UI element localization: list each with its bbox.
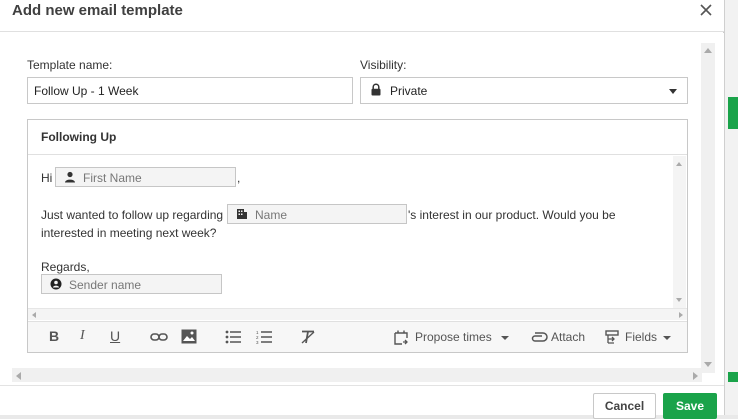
formatting-toolbar: B I U 123 Propose times Attach Fields <box>28 321 687 352</box>
visibility-select[interactable]: Private <box>360 77 688 104</box>
background-divider <box>724 0 725 415</box>
dialog-horizontal-scrollbar[interactable] <box>12 368 702 382</box>
bulleted-list-icon[interactable] <box>225 330 241 348</box>
body-line-2-end: 's interest in our product. Would you be <box>408 208 616 222</box>
editor-scroll-right-icon[interactable] <box>679 312 683 318</box>
first-name-field-label: First Name <box>83 171 142 185</box>
visibility-value: Private <box>390 84 428 98</box>
background-green-accent <box>728 97 738 129</box>
chevron-down-icon <box>669 89 677 94</box>
dialog-vertical-scrollbar[interactable] <box>701 43 715 373</box>
close-icon[interactable] <box>697 1 715 19</box>
bold-button[interactable]: B <box>49 328 59 346</box>
editor-scroll-up-icon[interactable] <box>676 162 682 166</box>
image-icon[interactable] <box>181 329 197 347</box>
body-line-2-start: Just wanted to follow up regarding <box>41 208 224 222</box>
fields-chevron-icon[interactable] <box>663 336 671 340</box>
propose-times-icon[interactable] <box>394 330 408 348</box>
subject-line[interactable]: Following Up <box>28 120 687 155</box>
name-field-label: Name <box>255 208 288 222</box>
email-editor: Following Up Hi First Name , Just wanted… <box>27 119 688 353</box>
propose-times-button[interactable]: Propose times <box>415 330 492 344</box>
email-template-dialog: Add new email template Template name: Fo… <box>0 0 724 419</box>
background-strip <box>724 0 738 415</box>
propose-times-chevron-icon[interactable] <box>501 336 509 340</box>
subject-text: Following Up <box>41 130 117 144</box>
editor-horizontal-scrollbar[interactable] <box>28 308 687 320</box>
body-line-3: interested in meeting next week? <box>41 226 217 240</box>
name-merge-field[interactable]: Name <box>227 204 407 224</box>
dialog-header: Add new email template <box>0 0 724 32</box>
attach-icon[interactable] <box>530 331 548 349</box>
sender-field-label: Sender name <box>69 278 142 292</box>
person-icon <box>64 171 76 186</box>
editor-scroll-down-icon[interactable] <box>676 298 682 302</box>
link-icon[interactable] <box>150 330 168 348</box>
first-name-merge-field[interactable]: First Name <box>55 167 236 187</box>
scroll-left-arrow-icon[interactable] <box>16 372 21 380</box>
dialog-footer: Cancel Save <box>0 385 724 419</box>
scroll-up-arrow-icon[interactable] <box>704 48 712 53</box>
editor-scroll-left-icon[interactable] <box>32 312 36 318</box>
editor-vertical-scrollbar[interactable] <box>673 156 686 308</box>
save-button[interactable]: Save <box>663 393 717 419</box>
regards-text: Regards, <box>41 260 90 274</box>
dialog-title: Add new email template <box>12 2 183 19</box>
fields-icon[interactable] <box>605 330 619 348</box>
scroll-right-arrow-icon[interactable] <box>693 372 698 380</box>
fields-button[interactable]: Fields <box>625 330 657 344</box>
dialog-body: Template name: Follow Up - 1 Week Visibi… <box>0 33 724 385</box>
visibility-label: Visibility: <box>360 58 407 72</box>
greeting-text: Hi <box>41 171 53 185</box>
italic-button[interactable]: I <box>80 328 85 346</box>
scroll-down-arrow-icon[interactable] <box>704 362 712 367</box>
email-body-editor[interactable]: Hi First Name , Just wanted to follow up… <box>28 156 687 308</box>
template-name-label: Template name: <box>27 58 113 72</box>
template-name-input[interactable]: Follow Up - 1 Week <box>27 77 353 104</box>
sender-name-merge-field[interactable]: Sender name <box>41 274 222 294</box>
user-circle-icon <box>50 278 62 293</box>
lock-icon <box>371 83 381 96</box>
svg-text:3: 3 <box>256 340 259 344</box>
background-green-accent-bottom <box>728 372 738 382</box>
numbered-list-icon[interactable]: 123 <box>256 330 272 348</box>
clear-formatting-icon[interactable] <box>300 330 316 348</box>
building-icon <box>236 208 248 223</box>
attach-button[interactable]: Attach <box>551 330 585 344</box>
underline-button[interactable]: U <box>110 328 120 346</box>
cancel-button[interactable]: Cancel <box>593 393 656 419</box>
greeting-comma: , <box>237 171 241 185</box>
